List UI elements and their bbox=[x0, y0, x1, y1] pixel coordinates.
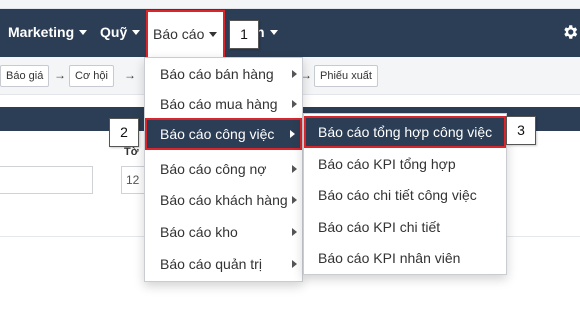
menu-item-label: Báo cáo khách hàng bbox=[160, 192, 288, 208]
caret-right-icon bbox=[292, 260, 297, 268]
menu-item-label: Báo cáo công nợ bbox=[160, 161, 267, 177]
menu-item-management-report[interactable]: Báo cáo quản trị bbox=[145, 248, 302, 280]
menu-item-customer-report[interactable]: Báo cáo khách hàng bbox=[145, 184, 302, 216]
menu-item-label: Báo cáo công việc bbox=[160, 126, 275, 142]
submenu-item-employee-kpi-report[interactable]: Báo cáo KPI nhân viên bbox=[304, 242, 506, 274]
workflow-step-delivery-note[interactable]: Phiếu xuất bbox=[314, 65, 378, 87]
step-callout-1: 1 bbox=[229, 20, 259, 49]
nav-item-reports[interactable]: Báo cáo bbox=[146, 10, 226, 57]
caret-down-icon bbox=[79, 29, 88, 35]
caret-down-icon bbox=[209, 31, 218, 37]
nav-item-label: Báo cáo bbox=[153, 26, 205, 42]
work-report-submenu: Báo cáo tổng hợp công việc Báo cáo KPI t… bbox=[303, 113, 507, 275]
menu-item-purchase-report[interactable]: Báo cáo mua hàng bbox=[145, 88, 302, 120]
caret-right-icon bbox=[292, 70, 297, 78]
submenu-item-kpi-summary-report[interactable]: Báo cáo KPI tổng hợp bbox=[304, 148, 506, 180]
caret-right-icon bbox=[292, 228, 297, 236]
gear-icon[interactable] bbox=[561, 23, 579, 41]
nav-item-fund[interactable]: Quỹ bbox=[100, 9, 141, 57]
workflow-step-opportunity[interactable]: Cơ hội bbox=[69, 65, 114, 87]
menu-item-warehouse-report[interactable]: Báo cáo kho bbox=[145, 216, 302, 248]
caret-right-icon bbox=[290, 130, 295, 138]
arrow-right-icon: → bbox=[54, 68, 66, 82]
submenu-item-kpi-detail-report[interactable]: Báo cáo KPI chi tiết bbox=[304, 211, 506, 243]
reports-dropdown-menu: Báo cáo bán hàng Báo cáo mua hàng Báo cá… bbox=[144, 57, 303, 282]
caret-down-icon bbox=[132, 29, 141, 35]
text-input[interactable] bbox=[0, 166, 93, 194]
main-navbar: Marketing Quỹ Báo cáo n bbox=[0, 9, 580, 57]
nav-item-partial[interactable]: n bbox=[256, 9, 278, 57]
top-strip bbox=[0, 0, 580, 9]
menu-item-work-report[interactable]: Báo cáo công việc bbox=[145, 118, 302, 150]
menu-item-sales-report[interactable]: Báo cáo bán hàng bbox=[145, 58, 302, 90]
step-callout-3: 3 bbox=[506, 116, 536, 145]
caret-right-icon bbox=[292, 100, 297, 108]
menu-item-label: Báo cáo mua hàng bbox=[160, 96, 278, 112]
arrow-right-icon: → bbox=[124, 68, 136, 82]
workflow-step-quote[interactable]: Báo giá bbox=[0, 65, 50, 87]
menu-item-label: Báo cáo quản trị bbox=[160, 256, 262, 272]
menu-item-debt-report[interactable]: Báo cáo công nợ bbox=[145, 153, 302, 185]
menu-item-label: Báo cáo bán hàng bbox=[160, 66, 274, 82]
caret-down-icon bbox=[269, 29, 278, 35]
caret-right-icon bbox=[292, 165, 297, 173]
nav-item-label: Quỹ bbox=[100, 24, 128, 40]
submenu-item-work-detail-report[interactable]: Báo cáo chi tiết công việc bbox=[304, 179, 506, 211]
nav-item-label: Marketing bbox=[8, 24, 75, 40]
menu-item-label: Báo cáo kho bbox=[160, 224, 238, 240]
form-label: Tờ bbox=[124, 146, 139, 158]
step-callout-2: 2 bbox=[109, 118, 139, 147]
nav-item-marketing[interactable]: Marketing bbox=[8, 9, 88, 57]
submenu-item-work-summary-report[interactable]: Báo cáo tổng hợp công việc bbox=[304, 116, 506, 148]
caret-right-icon bbox=[292, 196, 297, 204]
page: Marketing Quỹ Báo cáo n Báo giá → Cơ hội… bbox=[0, 0, 580, 317]
